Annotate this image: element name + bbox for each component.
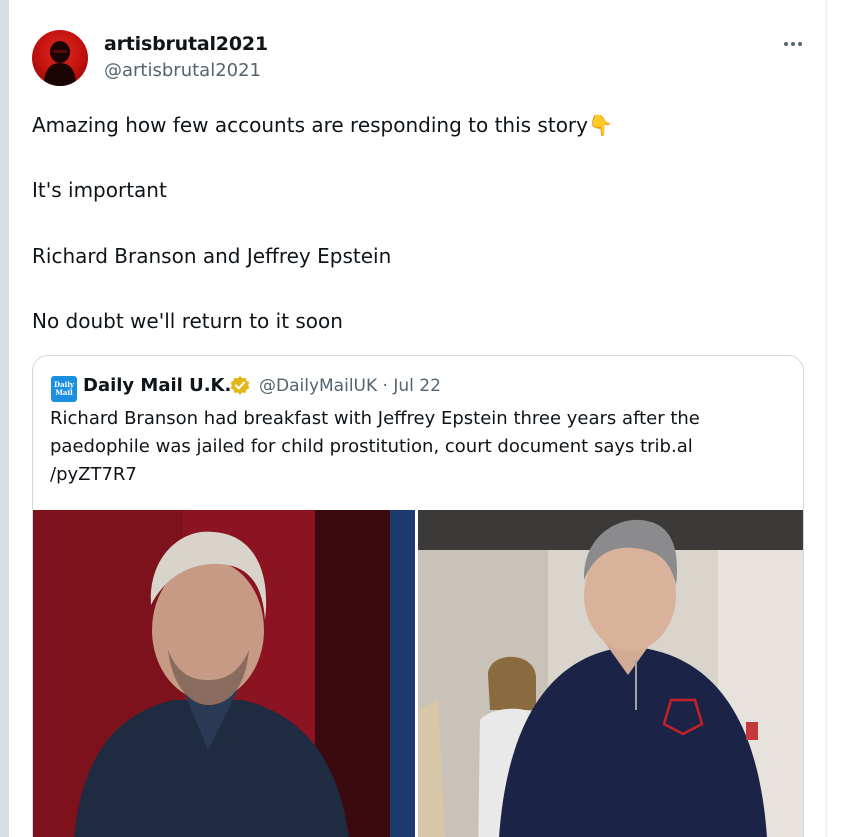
- tweet-text-line-2: It's important: [32, 178, 167, 202]
- quoted-text-line-1: Richard Branson had breakfast with Jeffr…: [50, 408, 700, 429]
- display-name[interactable]: artisbrutal2021: [104, 33, 268, 55]
- tweet-text-line-4: No doubt we'll return to it soon: [32, 309, 343, 333]
- quoted-tweet[interactable]: Daily Mail Daily Mail U.K. @DailyMailUK …: [32, 355, 804, 837]
- daily-mail-logo: Daily Mail: [51, 376, 77, 402]
- quoted-source-name[interactable]: Daily Mail U.K.: [83, 375, 231, 396]
- more-horizontal-icon: [784, 42, 802, 46]
- quoted-text-line-3[interactable]: /pyZT7R7: [50, 464, 137, 485]
- more-options-button[interactable]: [779, 30, 807, 58]
- right-rail: [825, 0, 827, 837]
- verified-gold-badge-icon: [230, 376, 250, 395]
- photo-jeffrey-epstein[interactable]: [418, 510, 803, 837]
- left-rail: [0, 0, 9, 837]
- avatar[interactable]: [32, 30, 88, 86]
- tweet[interactable]: artisbrutal2021 @artisbrutal2021 Amazing…: [9, 0, 825, 837]
- quoted-handle-date[interactable]: @DailyMailUK · Jul 22: [259, 376, 441, 396]
- photo-richard-branson[interactable]: [33, 510, 415, 837]
- user-handle[interactable]: @artisbrutal2021: [104, 60, 261, 81]
- quoted-text-line-2: paedophile was jailed for child prostitu…: [50, 436, 693, 457]
- tweet-text-line-3: Richard Branson and Jeffrey Epstein: [32, 244, 392, 268]
- tweet-text-line-1: Amazing how few accounts are responding …: [32, 113, 613, 137]
